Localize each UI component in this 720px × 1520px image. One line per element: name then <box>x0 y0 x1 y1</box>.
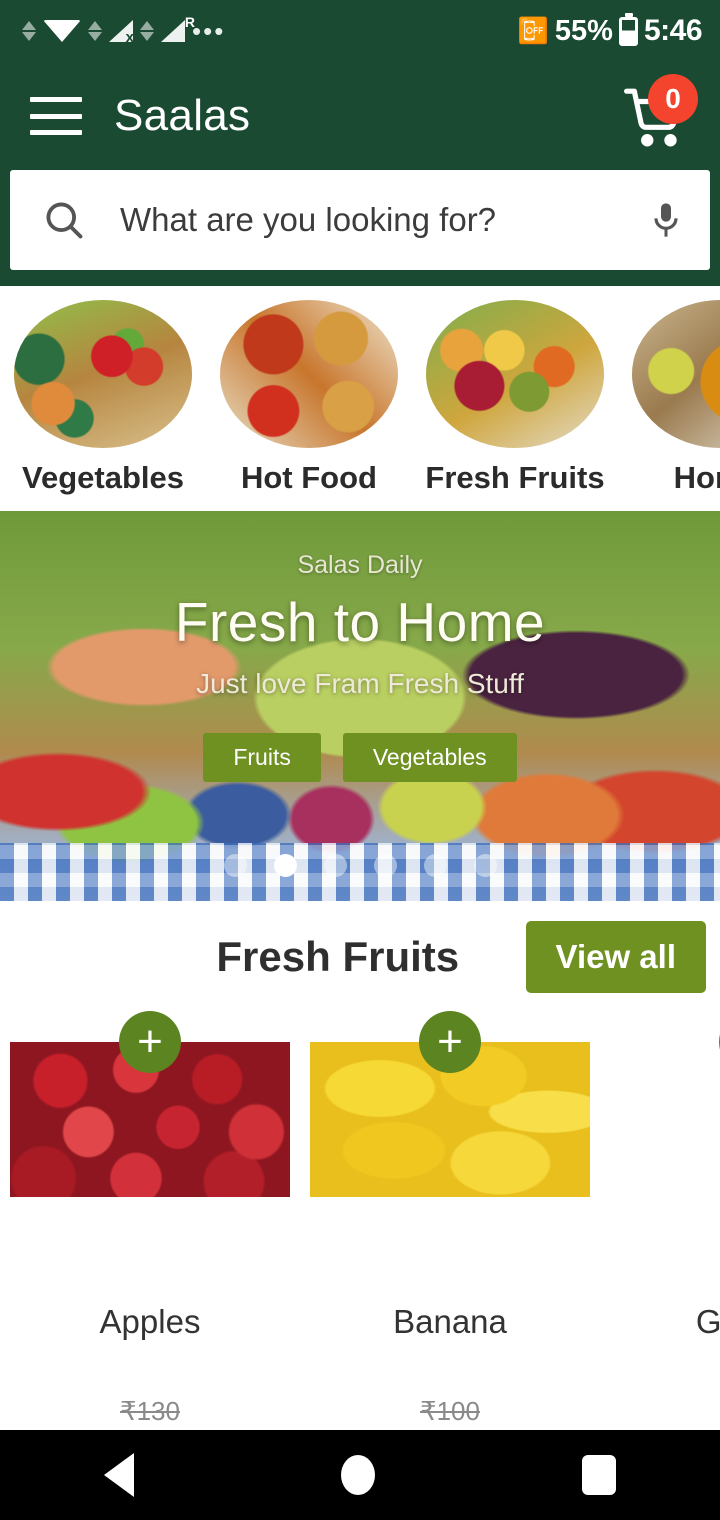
search-bar[interactable]: What are you looking for? <box>10 170 710 270</box>
category-image <box>632 300 720 448</box>
category-label: Vegetables <box>22 460 184 495</box>
back-button[interactable] <box>103 1453 134 1497</box>
battery-percent: 55% <box>554 14 613 47</box>
data-transfer-arrows-icon-2 <box>88 21 102 41</box>
category-image <box>426 300 604 448</box>
product-name: Apples <box>99 1303 201 1340</box>
carousel-dot[interactable] <box>373 854 397 877</box>
hero-button-vegetables[interactable]: Vegetables <box>342 733 517 782</box>
product-old-price: ₹130 <box>120 1396 180 1426</box>
status-bar-right: 📴 55% 5:46 <box>517 12 703 48</box>
search-input[interactable]: What are you looking for? <box>120 201 646 239</box>
app-bar: Saalas 0 <box>0 62 720 170</box>
cart-badge: 0 <box>648 74 698 124</box>
hamburger-menu-icon[interactable] <box>30 97 82 135</box>
product-old-price: ₹ <box>610 1396 720 1427</box>
no-data-label: x <box>125 29 134 46</box>
carousel-dot[interactable] <box>423 854 447 877</box>
vibrate-icon: 📴 <box>517 16 549 45</box>
category-item-vegetables[interactable]: Vegetables <box>0 300 206 501</box>
category-label: Hot Food <box>240 460 377 495</box>
hero-button-fruits[interactable]: Fruits <box>203 733 321 782</box>
hero-banner[interactable]: Salas Daily Fresh to Home Just love Fram… <box>0 511 720 901</box>
status-bar: x R ••• 📴 55% 5:46 <box>0 0 720 62</box>
status-bar-left: x R ••• <box>22 14 226 46</box>
product-card-banana[interactable]: + Banana ₹100 ₹70 30% OFF <box>310 1011 590 1431</box>
product-card-apples[interactable]: + Apples ₹130 ₹100 23% OFF <box>10 1011 290 1431</box>
category-item-fresh-fruits[interactable]: Fresh Fruits <box>412 300 618 501</box>
product-name: Grapes <box>695 1303 720 1340</box>
add-to-cart-button[interactable]: + <box>419 1011 481 1073</box>
cart-button[interactable]: 0 <box>622 74 698 152</box>
search-icon <box>46 202 83 239</box>
signal-roaming-icon: R <box>161 14 195 42</box>
category-image <box>14 300 192 448</box>
carousel-dots[interactable] <box>0 854 720 877</box>
hero-subtitle: Just love Fram Fresh Stuff <box>196 668 524 699</box>
category-item-hot-food[interactable]: Hot Food <box>206 300 412 501</box>
product-card-grapes[interactable]: + Grapes ₹ <box>610 1011 720 1431</box>
product-name: Banana <box>393 1303 507 1340</box>
battery-icon <box>618 12 638 46</box>
category-strip[interactable]: Vegetables Hot Food Fresh Fruits Honey <box>0 286 720 511</box>
carousel-dot-active[interactable] <box>273 854 297 877</box>
clock: 5:46 <box>643 14 703 47</box>
carousel-dot[interactable] <box>323 854 347 877</box>
hero-title: Fresh to Home <box>174 591 546 653</box>
carousel-dot[interactable] <box>473 854 497 877</box>
app-title: Saalas <box>114 91 251 140</box>
search-section: What are you looking for? <box>0 170 720 286</box>
category-item-honey[interactable]: Honey <box>618 300 720 501</box>
recents-button[interactable] <box>582 1455 617 1495</box>
hero-buttons: Fruits Vegetables <box>203 733 517 782</box>
product-image <box>610 1042 720 1197</box>
overflow-dots-icon: ••• <box>192 16 226 46</box>
android-nav-bar <box>0 1430 720 1520</box>
view-all-button[interactable]: View all <box>525 921 706 993</box>
data-transfer-arrows-icon <box>22 21 36 41</box>
signal-no-data-icon: x <box>109 20 134 46</box>
add-to-cart-button[interactable]: + <box>119 1011 181 1073</box>
product-old-price: ₹100 <box>420 1396 480 1426</box>
category-label: Honey <box>673 460 720 495</box>
section-header: Fresh Fruits View all <box>0 901 720 1011</box>
section-title: Fresh Fruits <box>216 933 460 980</box>
wifi-icon <box>43 20 81 42</box>
carousel-dot[interactable] <box>223 854 247 877</box>
hero-content: Salas Daily Fresh to Home Just love Fram… <box>0 511 720 901</box>
hero-kicker: Salas Daily <box>297 551 423 579</box>
category-label: Fresh Fruits <box>425 460 605 495</box>
product-list[interactable]: + Apples ₹130 ₹100 23% OFF + Banana ₹100… <box>0 1011 720 1431</box>
home-button[interactable] <box>340 1455 375 1495</box>
microphone-icon[interactable] <box>646 196 686 244</box>
category-image <box>220 300 398 448</box>
data-transfer-arrows-icon-3 <box>140 21 154 41</box>
